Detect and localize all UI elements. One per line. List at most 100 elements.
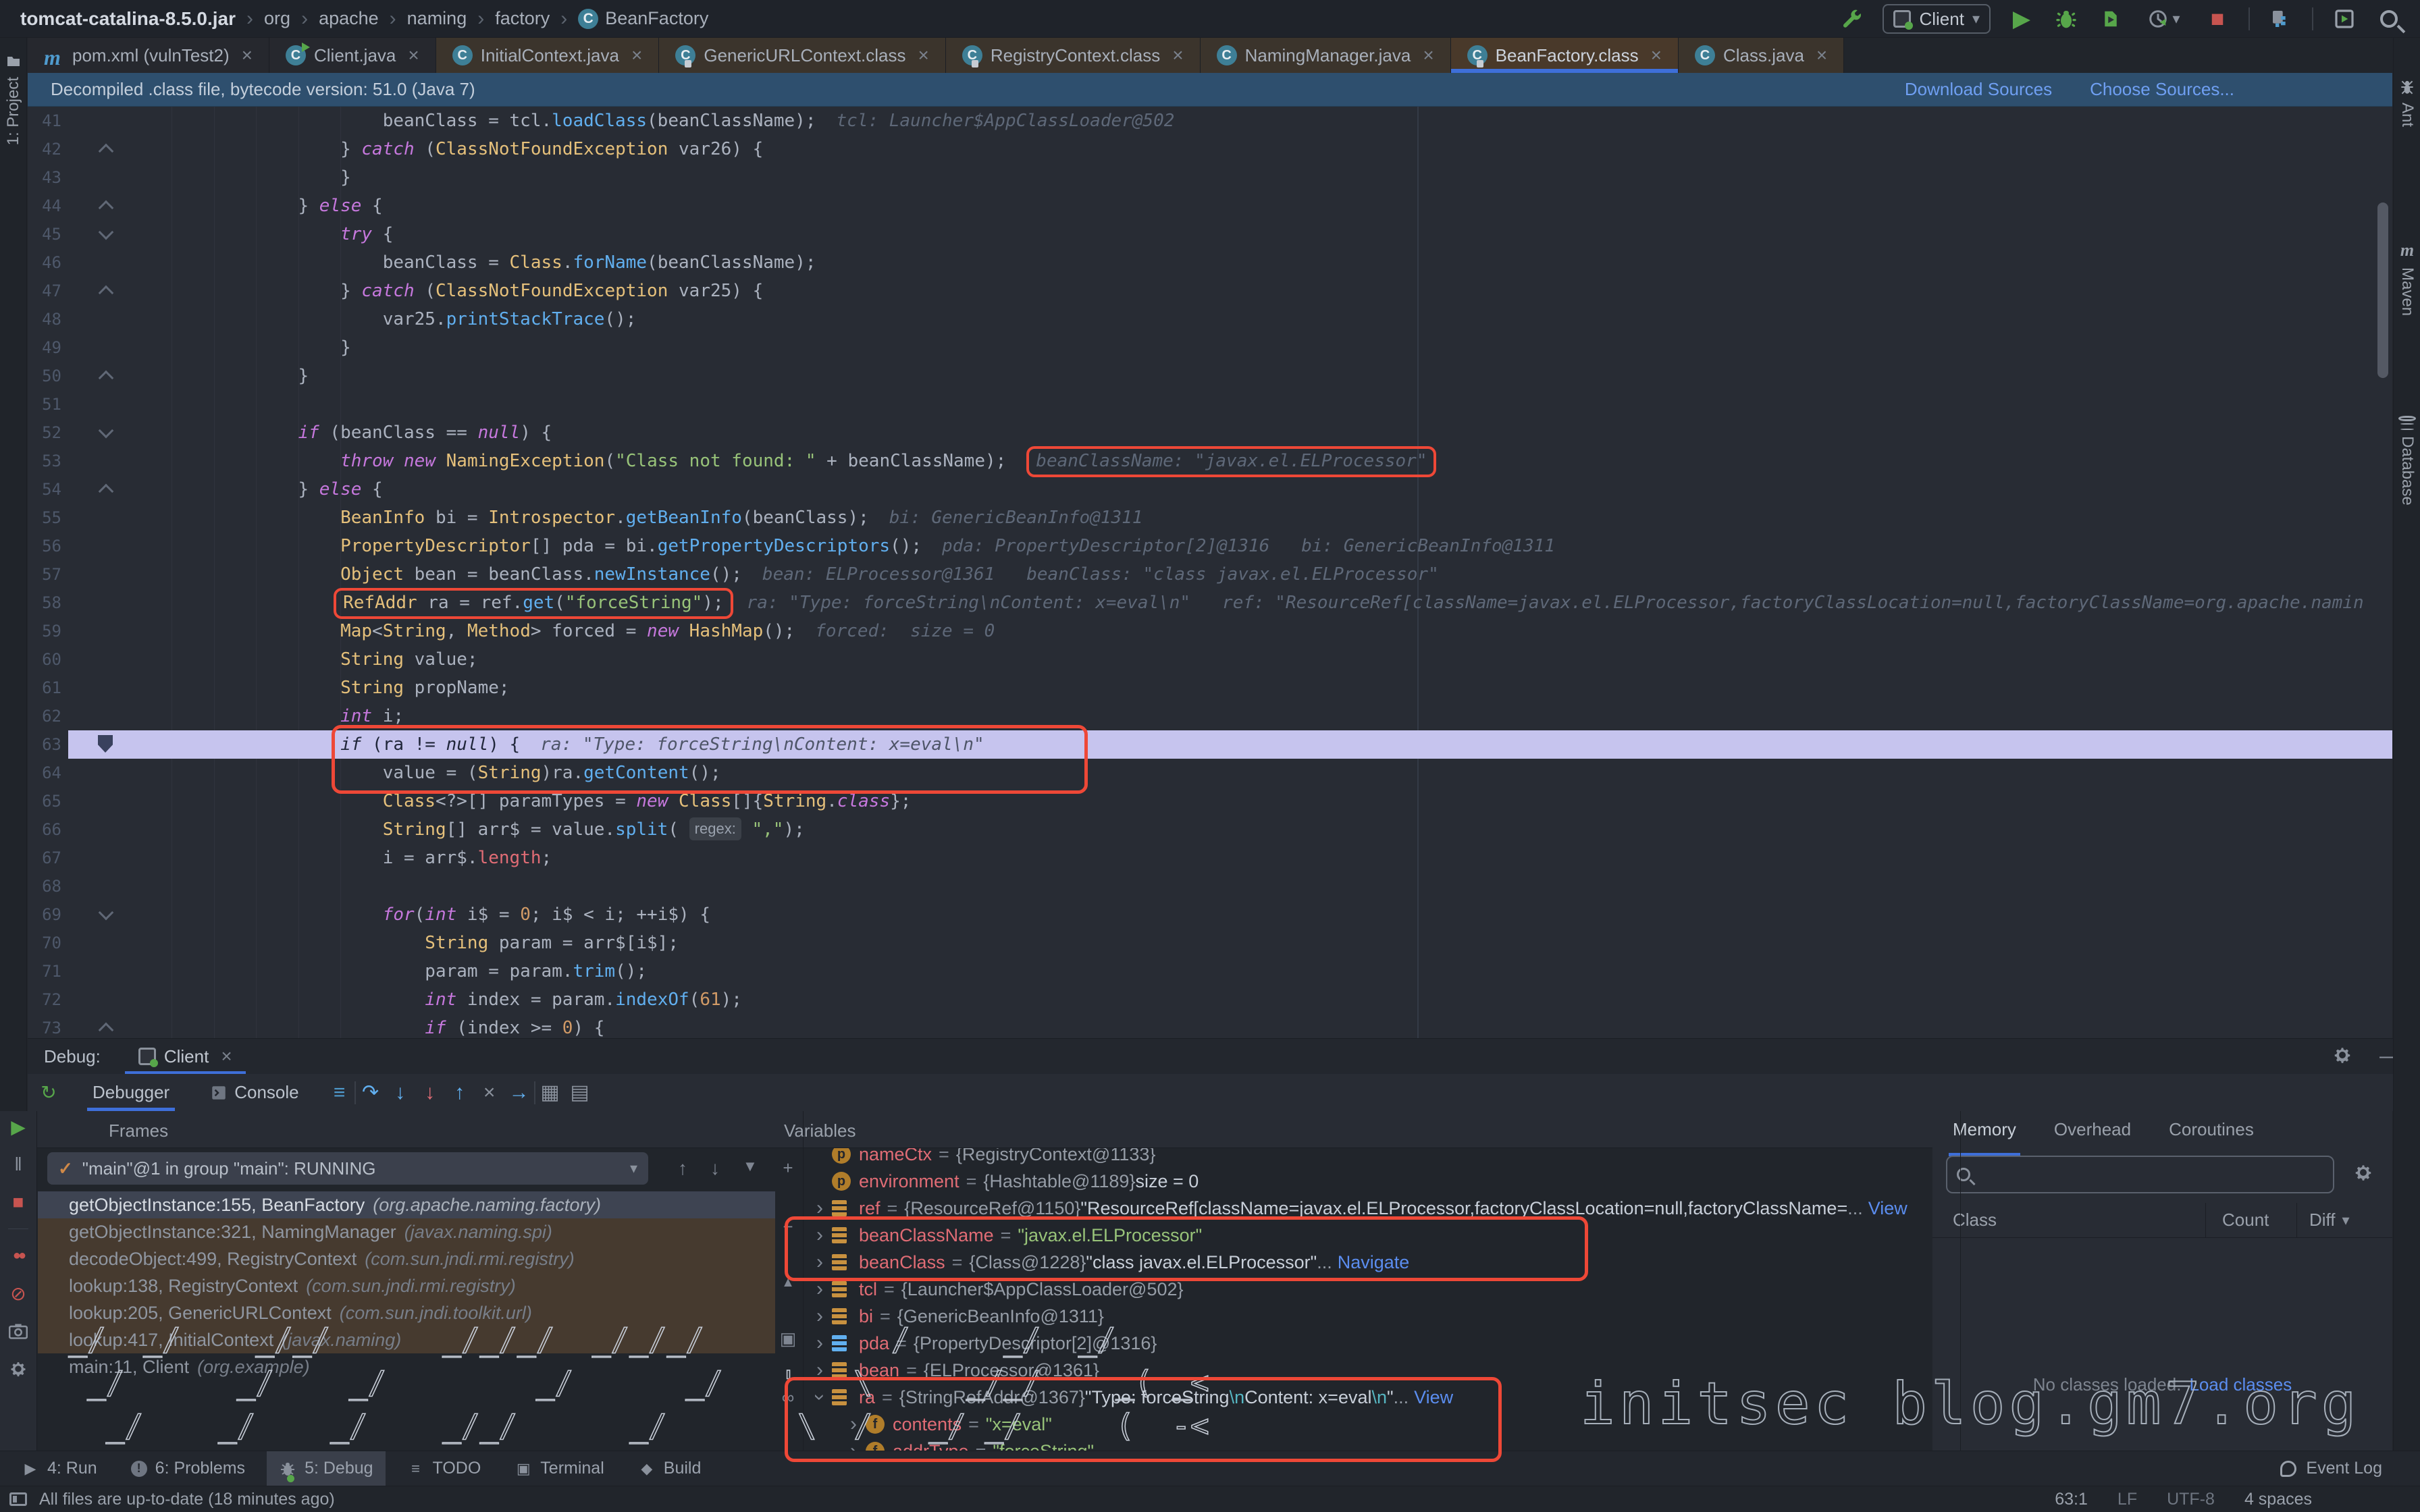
code-line[interactable]: 47 } catch (ClassNotFoundException var25… bbox=[28, 277, 2392, 305]
close-icon[interactable]: × bbox=[1172, 45, 1183, 66]
search-input[interactable] bbox=[1977, 1164, 2323, 1185]
editor-tab[interactable]: CRegistryContext.class× bbox=[946, 38, 1201, 73]
frame-row[interactable]: lookup:417, InitialContext(javax.naming) bbox=[38, 1326, 775, 1353]
line-number[interactable]: 45 bbox=[28, 220, 68, 248]
line-number[interactable]: 50 bbox=[28, 362, 68, 390]
choose-sources-link[interactable]: Choose Sources... bbox=[2090, 79, 2234, 100]
line-number[interactable]: 55 bbox=[28, 504, 68, 532]
settings-icon[interactable]: ▤ bbox=[565, 1081, 595, 1104]
show-execution-point-icon[interactable]: ≡ bbox=[325, 1081, 354, 1104]
tab-console[interactable]: Console bbox=[205, 1074, 304, 1111]
code-line[interactable]: 54 } else { bbox=[28, 475, 2392, 504]
code-line[interactable]: 66 String[] arr$ = value.split( regex: "… bbox=[28, 815, 2392, 844]
fold-icon[interactable] bbox=[99, 200, 114, 216]
code-line[interactable]: 45 try { bbox=[28, 220, 2392, 248]
line-number[interactable]: 57 bbox=[28, 560, 68, 589]
tree-chevron-icon[interactable]: › bbox=[808, 1278, 832, 1301]
editor-tab[interactable]: CBeanFactory.class× bbox=[1451, 38, 1679, 73]
frame-row[interactable]: lookup:138, RegistryContext(com.sun.jndi… bbox=[38, 1272, 775, 1299]
column-diff[interactable]: Diff▾ bbox=[2297, 1210, 2350, 1231]
frame-down-icon[interactable]: ↓ bbox=[710, 1158, 720, 1179]
view-breakpoints-icon[interactable]: ●● bbox=[7, 1244, 30, 1267]
line-number[interactable]: 59 bbox=[28, 617, 68, 645]
stop-button[interactable]: ■ bbox=[2204, 5, 2231, 32]
tab-debugger[interactable]: Debugger bbox=[87, 1074, 175, 1111]
fold-icon[interactable] bbox=[99, 484, 114, 500]
sidebar-item-database[interactable]: Database bbox=[2394, 416, 2420, 506]
run-anything-icon[interactable] bbox=[2331, 5, 2358, 32]
code-line[interactable]: 41 beanClass = tcl.loadClass(beanClassNa… bbox=[28, 107, 2392, 135]
rerun-icon[interactable]: ↻ bbox=[37, 1081, 60, 1104]
toolwindow----run[interactable]: ▶4: Run bbox=[9, 1451, 109, 1486]
close-icon[interactable]: × bbox=[1816, 45, 1827, 66]
code-line[interactable]: 73 if (index >= 0) { bbox=[28, 1014, 2392, 1038]
frame-row[interactable]: getObjectInstance:155, BeanFactory(org.a… bbox=[38, 1191, 775, 1218]
gear-icon[interactable] bbox=[7, 1357, 30, 1380]
code-line[interactable]: 46 beanClass = Class.forName(beanClassNa… bbox=[28, 248, 2392, 277]
frame-row[interactable]: lookup:205, GenericURLContext(com.sun.jn… bbox=[38, 1299, 775, 1326]
code-line[interactable]: 68 bbox=[28, 872, 2392, 900]
code-line[interactable]: 56 PropertyDescriptor[] pda = bi.getProp… bbox=[28, 532, 2392, 560]
code-line[interactable]: 58 RefAddr ra = ref.get("forceString");r… bbox=[28, 589, 2392, 617]
line-number[interactable]: 63 bbox=[28, 730, 68, 759]
frame-row[interactable]: decodeObject:499, RegistryContext(com.su… bbox=[38, 1245, 775, 1272]
close-icon[interactable]: × bbox=[242, 45, 253, 66]
toolwindow-build[interactable]: ◆Build bbox=[626, 1451, 714, 1486]
indent-setting[interactable]: 4 spaces bbox=[2244, 1490, 2312, 1509]
close-icon[interactable]: × bbox=[221, 1046, 232, 1067]
line-number[interactable]: 65 bbox=[28, 787, 68, 815]
editor-tab[interactable]: CInitialContext.java× bbox=[436, 38, 660, 73]
editor-tab[interactable]: CClient.java× bbox=[269, 38, 436, 73]
code-line[interactable]: 67 i = arr$.length; bbox=[28, 844, 2392, 872]
toolwindow----problems[interactable]: !6: Problems bbox=[119, 1451, 257, 1486]
close-icon[interactable]: × bbox=[1651, 45, 1662, 66]
tab-overhead[interactable]: Overhead bbox=[2054, 1119, 2131, 1148]
tab-coroutines[interactable]: Coroutines bbox=[2169, 1119, 2254, 1148]
close-icon[interactable]: × bbox=[918, 45, 928, 66]
code-line[interactable]: 49 } bbox=[28, 333, 2392, 362]
line-number[interactable]: 62 bbox=[28, 702, 68, 730]
code-line[interactable]: 52 if (beanClass == null) { bbox=[28, 418, 2392, 447]
line-number[interactable]: 51 bbox=[28, 390, 68, 418]
breadcrumb-item[interactable]: factory bbox=[495, 8, 550, 29]
code-line[interactable]: 53 throw new NamingException("Class not … bbox=[28, 447, 2392, 475]
fold-icon[interactable] bbox=[99, 1023, 114, 1038]
download-sources-link[interactable]: Download Sources bbox=[1905, 79, 2052, 100]
fold-icon[interactable] bbox=[99, 286, 114, 301]
line-number[interactable]: 52 bbox=[28, 418, 68, 447]
code-line[interactable]: 60 String value; bbox=[28, 645, 2392, 674]
step-out-icon[interactable]: ↑ bbox=[445, 1081, 475, 1104]
pause-icon[interactable]: ‖ bbox=[7, 1153, 30, 1176]
line-number[interactable]: 48 bbox=[28, 305, 68, 333]
editor-scrollbar[interactable] bbox=[2377, 202, 2388, 378]
load-classes-link[interactable]: Load classes bbox=[2189, 1374, 2292, 1395]
editor-tab[interactable]: CClass.java× bbox=[1679, 38, 1844, 73]
build-wrench-icon[interactable] bbox=[1838, 5, 1865, 32]
line-number[interactable]: 73 bbox=[28, 1014, 68, 1038]
toolwindow-todo[interactable]: ≡TODO bbox=[395, 1451, 494, 1486]
panel-divider[interactable] bbox=[1960, 1111, 1961, 1451]
resume-icon[interactable]: ▶ bbox=[7, 1115, 30, 1138]
line-number[interactable]: 53 bbox=[28, 447, 68, 475]
fold-icon[interactable] bbox=[99, 905, 114, 921]
step-into-icon[interactable]: ↓ bbox=[386, 1081, 415, 1104]
variable-row[interactable]: ›bi={GenericBeanInfo@1311} bbox=[801, 1303, 1932, 1330]
run-configuration-select[interactable]: Client ▾ bbox=[1883, 4, 1991, 34]
code-line[interactable]: 70 String param = arr$[i$]; bbox=[28, 929, 2392, 957]
code-line[interactable]: 72 int index = param.indexOf(61); bbox=[28, 986, 2392, 1014]
evaluate-expression-icon[interactable]: ▦ bbox=[535, 1081, 565, 1104]
code-editor[interactable]: 41 beanClass = tcl.loadClass(beanClassNa… bbox=[28, 107, 2392, 1038]
breadcrumb-item[interactable]: org bbox=[264, 8, 290, 29]
code-line[interactable]: 48 var25.printStackTrace(); bbox=[28, 305, 2392, 333]
filter-icon[interactable]: ▼ bbox=[743, 1158, 758, 1175]
line-number[interactable]: 61 bbox=[28, 674, 68, 702]
line-number[interactable]: 69 bbox=[28, 900, 68, 929]
column-count[interactable]: Count bbox=[2206, 1203, 2297, 1237]
thread-selector[interactable]: ✓ "main"@1 in group "main": RUNNING ▾ bbox=[47, 1152, 648, 1185]
profiler-button[interactable]: ▾ bbox=[2142, 5, 2186, 32]
line-number[interactable]: 58 bbox=[28, 589, 68, 617]
line-number[interactable]: 41 bbox=[28, 107, 68, 135]
debug-session-tab[interactable]: Client × bbox=[125, 1039, 246, 1075]
memory-search[interactable] bbox=[1946, 1156, 2334, 1193]
run-button[interactable]: ▶ bbox=[2008, 5, 2035, 32]
